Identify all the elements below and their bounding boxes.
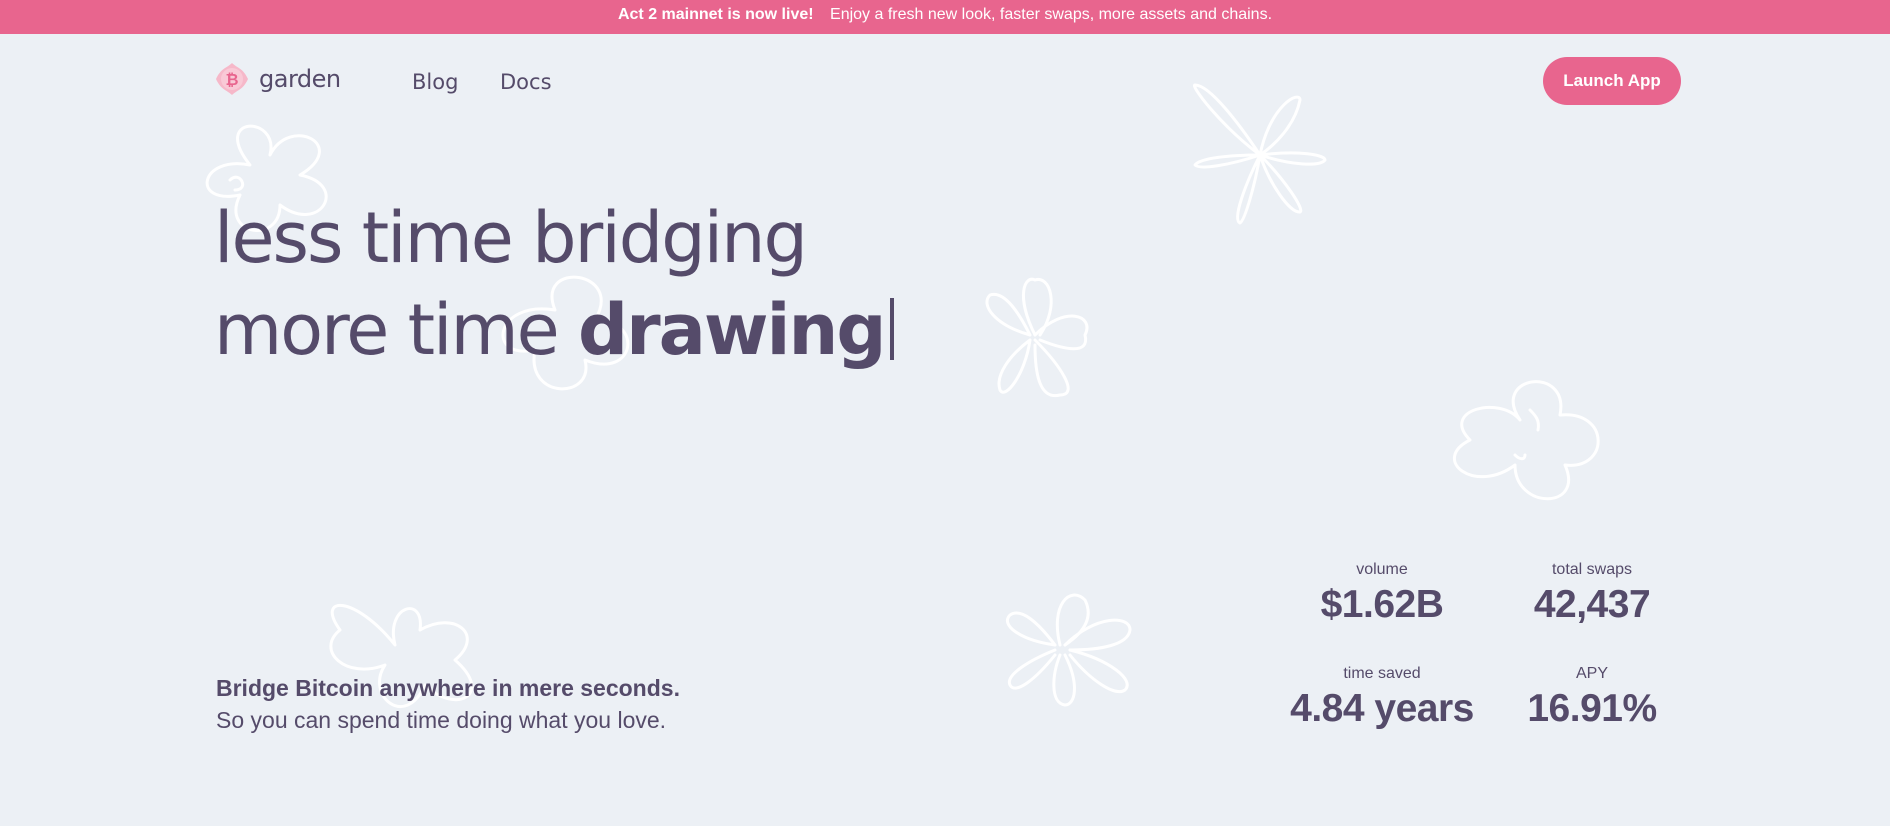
announcement-highlight: Act 2 mainnet is now live!	[617, 6, 814, 23]
stat-time-saved: time saved 4.84 years	[1272, 665, 1492, 731]
stat-label: time saved	[1343, 665, 1421, 682]
headline-line-2-bold: drawing	[577, 289, 886, 371]
svg-text:₿: ₿	[225, 70, 238, 89]
tagline: Bridge Bitcoin anywhere in mere seconds.…	[216, 672, 680, 736]
stat-label: volume	[1356, 561, 1408, 578]
stat-value: 4.84 years	[1290, 687, 1474, 730]
stat-label: APY	[1575, 665, 1608, 682]
tagline-bold: Bridge Bitcoin anywhere in mere seconds.	[216, 675, 680, 701]
flower-doodle	[1453, 380, 1600, 501]
nav-blog-link[interactable]: Blog	[412, 70, 458, 94]
stat-value: 16.91%	[1527, 687, 1657, 730]
headline-line-2-prefix: more time	[214, 289, 578, 371]
flower-doodle	[985, 277, 1089, 398]
hero-headline: less time bridging more time drawing	[214, 192, 895, 376]
announcement-bar[interactable]: Act 2 mainnet is now live! Enjoy a fresh…	[0, 0, 1890, 34]
tagline-normal: So you can spend time doing what you lov…	[216, 707, 667, 733]
stat-value: 42,437	[1533, 583, 1651, 626]
launch-app-button[interactable]: Launch App	[1543, 57, 1681, 105]
stat-volume: volume $1.62B	[1272, 561, 1492, 627]
stat-value: $1.62B	[1320, 583, 1444, 626]
flower-doodle	[1006, 593, 1132, 707]
typing-cursor	[890, 298, 895, 360]
garden-logo[interactable]: ₿ garden	[215, 62, 341, 96]
announcement-text: Enjoy a fresh new look, faster swaps, mo…	[830, 6, 1273, 23]
stat-apy: APY 16.91%	[1482, 665, 1702, 731]
logo-text: garden	[259, 65, 341, 93]
nav-docs-link[interactable]: Docs	[500, 70, 552, 94]
flower-doodle	[1192, 83, 1327, 225]
stat-label: total swaps	[1551, 561, 1633, 578]
stat-total-swaps: total swaps 42,437	[1482, 561, 1702, 627]
headline-line-1: less time bridging	[214, 197, 808, 279]
bitcoin-icon: ₿	[215, 62, 249, 96]
